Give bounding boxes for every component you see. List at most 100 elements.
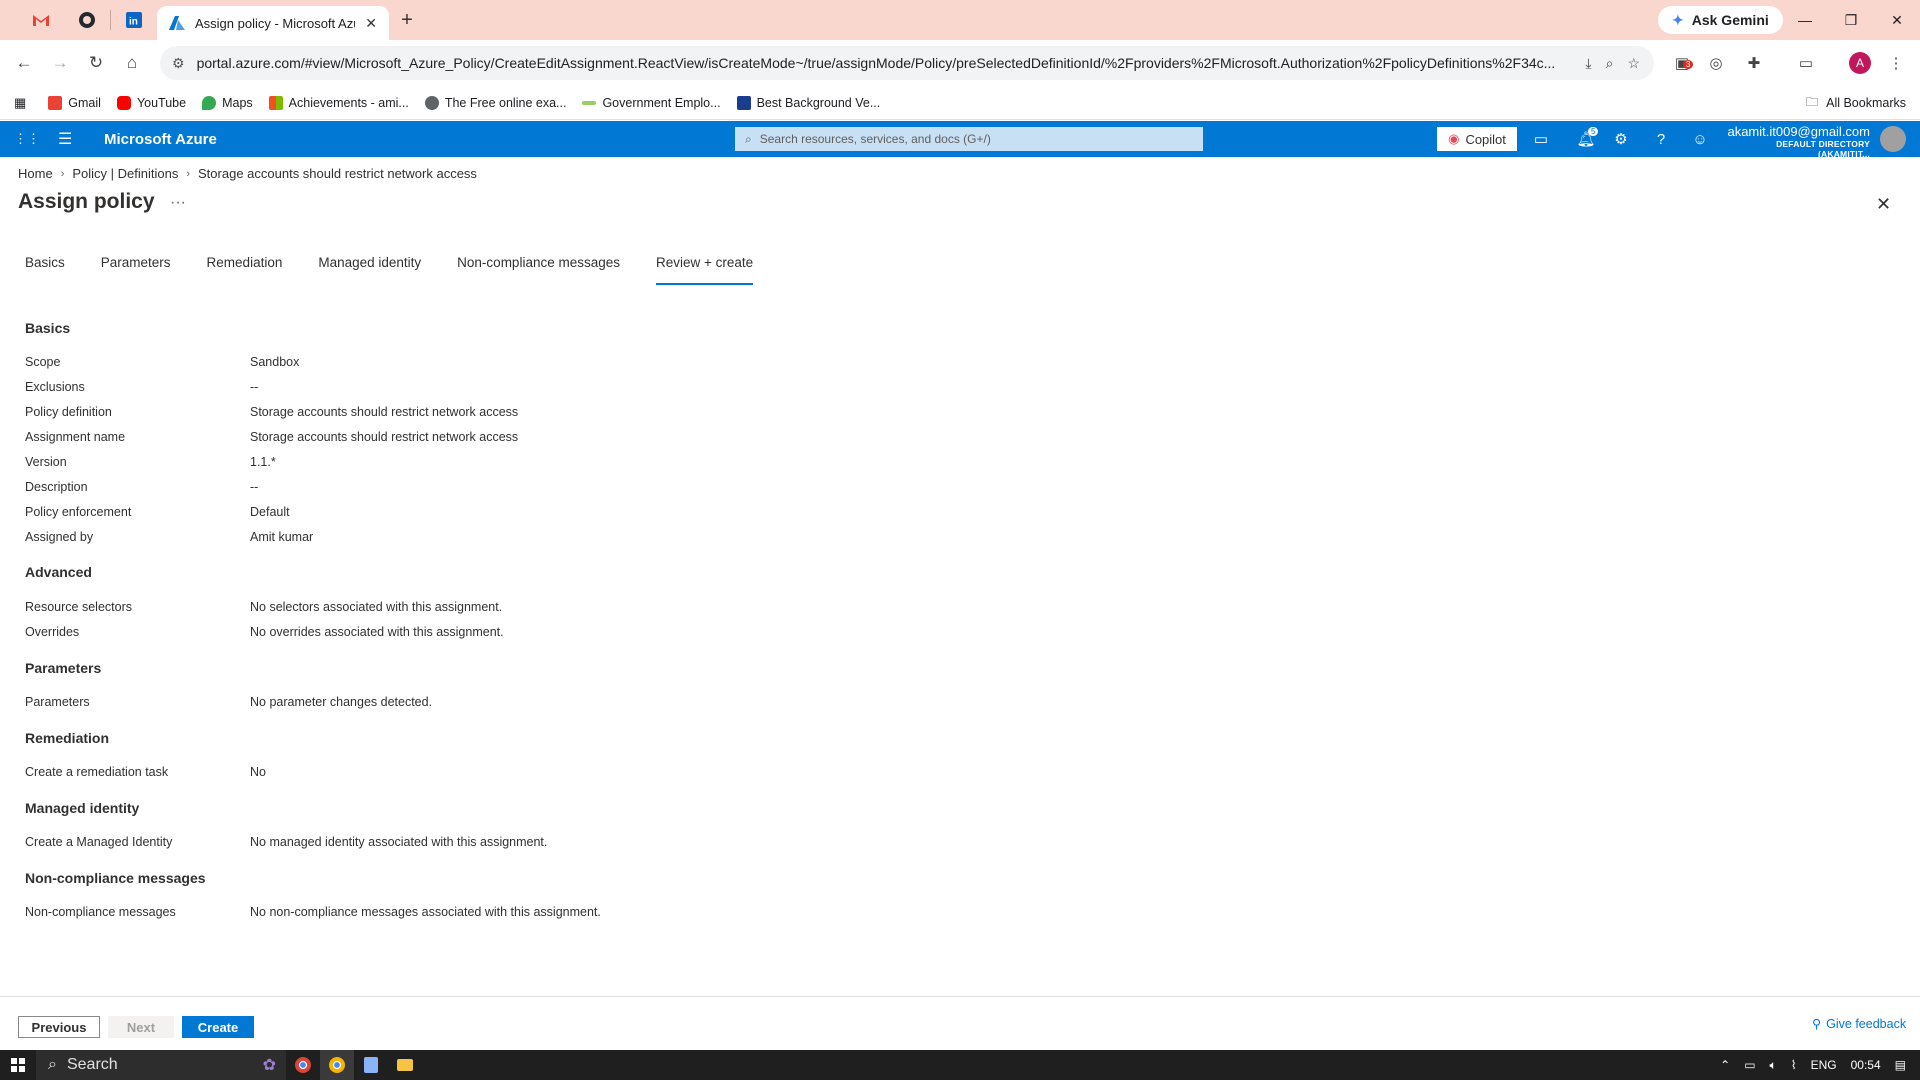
side-panel-icon[interactable]: ▭: [1790, 46, 1822, 80]
account-menu[interactable]: akamit.it009@gmail.com DEFAULT DIRECTORY…: [1724, 124, 1870, 159]
clock[interactable]: 00:54: [1851, 1058, 1881, 1072]
bookmark-star-icon[interactable]: ☆: [1627, 55, 1640, 72]
reload-icon[interactable]: ↻: [80, 47, 112, 79]
tab-non-compliance-messages[interactable]: Non-compliance messages: [457, 255, 620, 285]
apps-grid-icon[interactable]: ▦: [14, 95, 26, 111]
breadcrumb-policy-definitions[interactable]: Policy | Definitions: [72, 166, 178, 181]
active-browser-tab[interactable]: Assign policy - Microsoft Azure ✕: [157, 6, 389, 40]
tab-review-create[interactable]: Review + create: [656, 255, 754, 285]
tab-parameters[interactable]: Parameters: [101, 255, 171, 285]
bookmark-best-background[interactable]: Best Background Ve...: [736, 95, 880, 110]
volume-icon[interactable]: 🔈︎: [1770, 1058, 1777, 1073]
close-tab-icon[interactable]: ✕: [365, 15, 377, 32]
more-options-icon[interactable]: ···: [170, 194, 186, 212]
new-tab-button[interactable]: +: [389, 2, 425, 38]
system-tray: ⌃ ▭ 🔈︎ ⌇ ENG 00:54 ▤: [1720, 1050, 1920, 1080]
tab-remediation[interactable]: Remediation: [207, 255, 283, 285]
file-explorer-icon[interactable]: [388, 1050, 422, 1080]
copilot-button[interactable]: ◉ Copilot: [1437, 127, 1517, 151]
row-value: --: [250, 380, 259, 394]
notifications-badge: 5: [1588, 127, 1599, 136]
section-heading-advanced: Advanced: [25, 564, 92, 580]
bookmark-label: Government Emplo...: [602, 95, 721, 110]
cloud-shell-icon[interactable]: ▭: [1527, 127, 1555, 151]
row-value: No parameter changes detected.: [250, 695, 433, 709]
azure-search-input[interactable]: ⌕ Search resources, services, and docs (…: [735, 127, 1203, 151]
minimize-window-icon[interactable]: —: [1782, 0, 1828, 40]
previous-button[interactable]: Previous: [18, 1016, 100, 1038]
row-value: Sandbox: [250, 355, 300, 369]
azure-top-bar: ⋮⋮ ☰ Microsoft Azure ⌕ Search resources,…: [0, 121, 1920, 159]
app-launcher-icon[interactable]: ⋮⋮: [14, 131, 40, 147]
chrome-icon[interactable]: [286, 1050, 320, 1080]
row-value: No overrides associated with this assign…: [250, 625, 504, 639]
row-value: Storage accounts should restrict network…: [250, 405, 519, 419]
row-label: Resource selectors: [25, 600, 132, 614]
copilot-label: Copilot: [1465, 131, 1506, 147]
restore-window-icon[interactable]: ❐: [1828, 0, 1874, 40]
tab-managed-identity[interactable]: Managed identity: [318, 255, 421, 285]
breadcrumb-definition[interactable]: Storage accounts should restrict network…: [198, 166, 477, 181]
notifications-bell-icon[interactable]: 🔔︎ 5: [1572, 127, 1600, 151]
feedback-icon[interactable]: ☺: [1686, 127, 1714, 151]
url-text: portal.azure.com/#view/Microsoft_Azure_P…: [196, 55, 1556, 71]
account-avatar[interactable]: [1880, 126, 1906, 152]
home-icon[interactable]: ⌂: [116, 47, 148, 79]
chart-line-icon: [582, 100, 597, 105]
azure-brand[interactable]: Microsoft Azure: [104, 131, 217, 148]
bookmark-youtube[interactable]: YouTube: [116, 95, 186, 110]
wifi-icon[interactable]: ⌇: [1791, 1058, 1797, 1072]
chrome-active-icon[interactable]: [320, 1050, 354, 1080]
row-value: Default: [250, 505, 290, 519]
site-settings-icon[interactable]: ⚙: [172, 55, 185, 72]
zoom-icon[interactable]: ⌕: [1606, 55, 1614, 72]
row-label: Overrides: [25, 625, 80, 639]
extension-icon[interactable]: ▣3: [1666, 46, 1698, 80]
create-button[interactable]: Create: [182, 1016, 254, 1038]
back-icon[interactable]: ←: [8, 47, 40, 79]
extension-badge: 3: [1682, 60, 1694, 69]
battery-icon[interactable]: ▭: [1744, 1058, 1755, 1072]
language-indicator[interactable]: ENG: [1811, 1058, 1837, 1072]
bookmark-label: Gmail: [68, 95, 101, 110]
row-label: Assigned by: [25, 530, 94, 544]
forward-icon[interactable]: →: [44, 47, 76, 79]
profile-button[interactable]: A: [1844, 46, 1876, 80]
close-window-icon[interactable]: ✕: [1874, 0, 1920, 40]
extensions-puzzle-icon[interactable]: ✚: [1738, 46, 1770, 80]
address-bar[interactable]: ⚙ portal.azure.com/#view/Microsoft_Azure…: [160, 46, 1654, 80]
chevron-up-icon[interactable]: ⌃: [1720, 1058, 1730, 1072]
help-icon[interactable]: ?: [1647, 127, 1675, 151]
linkedin-pinned-tab[interactable]: in: [111, 0, 157, 40]
bookmark-free-online-exam[interactable]: The Free online exa...: [424, 95, 566, 110]
browser-menu-icon[interactable]: ⋮: [1880, 46, 1912, 80]
bookmark-government-employment[interactable]: Government Emplo...: [582, 95, 721, 110]
breadcrumb-home[interactable]: Home: [18, 166, 53, 181]
bookmark-achievements[interactable]: Achievements - ami...: [268, 95, 409, 110]
gmail-pinned-tab[interactable]: [18, 0, 64, 40]
github-pinned-tab[interactable]: [64, 0, 110, 40]
all-bookmarks-button[interactable]: 🗀 All Bookmarks: [1806, 86, 1906, 120]
maps-pin-icon: [202, 95, 217, 110]
user-directory: DEFAULT DIRECTORY (AKAMITIT...: [1776, 139, 1870, 159]
bookmark-maps[interactable]: Maps: [202, 95, 253, 110]
bookmark-gmail[interactable]: Gmail: [48, 95, 101, 110]
globe-icon: [424, 95, 439, 110]
windows-start-icon[interactable]: [0, 1050, 36, 1080]
all-bookmarks-label: All Bookmarks: [1826, 96, 1906, 110]
ask-gemini-button[interactable]: ✦ Ask Gemini: [1658, 6, 1783, 34]
wizard-tabs: Basics Parameters Remediation Managed id…: [25, 255, 789, 285]
settings-gear-icon[interactable]: ⚙: [1607, 127, 1635, 151]
give-feedback-link[interactable]: ⚲ Give feedback: [1812, 1016, 1906, 1032]
notepad-icon[interactable]: [354, 1050, 388, 1080]
notification-center-icon[interactable]: ▤: [1895, 1058, 1906, 1072]
extension-swirl-icon[interactable]: ◎: [1700, 46, 1732, 80]
taskbar-search-box[interactable]: ⌕ Search ✿: [36, 1050, 286, 1080]
close-blade-icon[interactable]: ✕: [1876, 194, 1891, 215]
row-label: Non-compliance messages: [25, 905, 176, 919]
search-icon: ⌕: [48, 1056, 57, 1073]
portal-menu-icon[interactable]: ☰: [58, 129, 72, 149]
tab-basics[interactable]: Basics: [25, 255, 65, 285]
install-app-icon[interactable]: ⤓: [1585, 55, 1591, 72]
next-button[interactable]: Next: [108, 1016, 174, 1038]
